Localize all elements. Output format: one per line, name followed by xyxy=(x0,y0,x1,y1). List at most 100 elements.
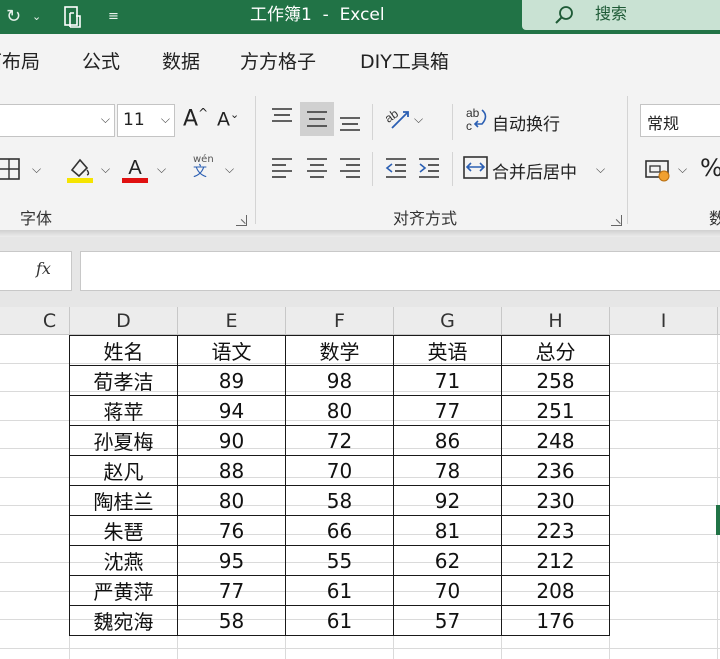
chevron-down-icon[interactable]: ⌵ xyxy=(225,162,234,177)
tab-formulas[interactable]: 公式 xyxy=(82,47,120,74)
chevron-down-icon[interactable]: ⌵ xyxy=(32,162,41,177)
total-cell[interactable]: 236 xyxy=(501,455,610,486)
header-math-cell[interactable]: 数学 xyxy=(285,335,394,366)
math-cell[interactable]: 80 xyxy=(285,395,394,426)
math-cell[interactable]: 61 xyxy=(285,575,394,606)
tab-diy-toolbox[interactable]: DIY工具箱 xyxy=(360,47,449,74)
name-cell[interactable]: 沈燕 xyxy=(69,545,178,576)
font-dialog-launcher[interactable] xyxy=(236,215,247,226)
wrap-text-icon[interactable]: ab c xyxy=(466,106,490,132)
math-cell[interactable]: 98 xyxy=(285,365,394,396)
chinese-cell[interactable]: 90 xyxy=(177,425,286,456)
chinese-cell[interactable]: 94 xyxy=(177,395,286,426)
center-icon[interactable] xyxy=(305,156,329,178)
top-align-icon[interactable] xyxy=(270,106,294,128)
english-cell[interactable]: 92 xyxy=(393,485,502,516)
increase-font-icon[interactable]: A^ xyxy=(183,106,208,131)
phonetic-guide-icon[interactable]: wén 文 xyxy=(193,154,214,180)
borders-icon[interactable] xyxy=(0,158,22,180)
total-cell[interactable]: 176 xyxy=(501,605,610,636)
worksheet-grid[interactable]: 姓名 语文 数学 英语 总分 荀孝洁 89 98 71 258 蒋苹 94 80 77 251 孙夏梅 90 72… xyxy=(0,335,720,659)
chinese-cell[interactable]: 76 xyxy=(177,515,286,546)
bottom-align-icon[interactable] xyxy=(338,112,362,134)
align-right-icon[interactable] xyxy=(338,156,362,178)
name-cell[interactable]: 陶桂兰 xyxy=(69,485,178,516)
math-cell[interactable]: 72 xyxy=(285,425,394,456)
search-box[interactable]: 搜索 xyxy=(522,0,720,30)
english-cell[interactable]: 78 xyxy=(393,455,502,486)
tab-data[interactable]: 数据 xyxy=(162,47,200,74)
wrap-text-label[interactable]: 自动换行 xyxy=(492,110,560,135)
chinese-cell[interactable]: 88 xyxy=(177,455,286,486)
chevron-down-icon[interactable]: ⌵ xyxy=(678,162,687,177)
column-header-e[interactable]: E xyxy=(178,307,286,335)
chinese-cell[interactable]: 77 xyxy=(177,575,286,606)
header-chinese-cell[interactable]: 语文 xyxy=(177,335,286,366)
name-cell[interactable]: 魏宛海 xyxy=(69,605,178,636)
align-left-icon[interactable] xyxy=(270,156,294,178)
chevron-down-icon[interactable]: ⌵ xyxy=(157,162,166,177)
name-cell[interactable]: 蒋苹 xyxy=(69,395,178,426)
math-cell[interactable]: 61 xyxy=(285,605,394,636)
header-english-cell[interactable]: 英语 xyxy=(393,335,502,366)
total-cell[interactable]: 230 xyxy=(501,485,610,516)
chinese-cell[interactable]: 95 xyxy=(177,545,286,576)
font-size-select[interactable]: 11 ⌵ xyxy=(117,104,175,137)
math-cell[interactable]: 58 xyxy=(285,485,394,516)
chevron-down-icon[interactable]: ⌵ xyxy=(596,162,605,177)
decrease-indent-icon[interactable] xyxy=(384,156,408,178)
name-cell[interactable]: 赵凡 xyxy=(69,455,178,486)
increase-indent-icon[interactable] xyxy=(417,156,441,178)
accounting-format-icon[interactable] xyxy=(645,158,673,182)
orientation-icon[interactable]: ab xyxy=(384,106,412,130)
font-color-icon[interactable]: A xyxy=(121,154,149,184)
english-cell[interactable]: 77 xyxy=(393,395,502,426)
math-cell[interactable]: 66 xyxy=(285,515,394,546)
merge-center-icon[interactable] xyxy=(463,156,489,180)
number-format-select[interactable]: 常规 xyxy=(640,104,720,137)
total-cell[interactable]: 248 xyxy=(501,425,610,456)
math-cell[interactable]: 70 xyxy=(285,455,394,486)
english-cell[interactable]: 70 xyxy=(393,575,502,606)
fill-color-icon[interactable] xyxy=(66,154,94,184)
column-header-c[interactable]: C xyxy=(0,307,70,335)
middle-align-icon[interactable] xyxy=(300,102,334,136)
chinese-cell[interactable]: 89 xyxy=(177,365,286,396)
english-cell[interactable]: 71 xyxy=(393,365,502,396)
total-cell[interactable]: 212 xyxy=(501,545,610,576)
merge-center-label[interactable]: 合并后居中 xyxy=(492,158,577,183)
column-header-d[interactable]: D xyxy=(70,307,178,335)
chevron-down-icon[interactable]: ⌵ xyxy=(414,112,423,127)
name-cell[interactable]: 荀孝洁 xyxy=(69,365,178,396)
chinese-cell[interactable]: 58 xyxy=(177,605,286,636)
header-name-cell[interactable]: 姓名 xyxy=(69,335,178,366)
tab-fangfanggezi[interactable]: 方方格子 xyxy=(240,47,316,74)
column-header-h[interactable]: H xyxy=(502,307,610,335)
english-cell[interactable]: 57 xyxy=(393,605,502,636)
chinese-cell[interactable]: 80 xyxy=(177,485,286,516)
tab-page-layout[interactable]: 页面布局 xyxy=(0,47,40,74)
chevron-down-icon[interactable]: ⌵ xyxy=(101,162,110,177)
name-cell[interactable]: 朱琶 xyxy=(69,515,178,546)
dropdown-icon[interactable]: ⌄ xyxy=(32,0,41,34)
total-cell[interactable]: 223 xyxy=(501,515,610,546)
name-cell[interactable]: 孙夏梅 xyxy=(69,425,178,456)
english-cell[interactable]: 86 xyxy=(393,425,502,456)
decrease-font-icon[interactable]: A⌄ xyxy=(217,108,239,130)
header-total-cell[interactable]: 总分 xyxy=(501,335,610,366)
insert-function-button[interactable]: fx xyxy=(36,259,51,278)
percent-icon[interactable]: % xyxy=(700,154,720,182)
english-cell[interactable]: 81 xyxy=(393,515,502,546)
name-cell[interactable]: 严黄萍 xyxy=(69,575,178,606)
font-name-select[interactable]: ⌵ xyxy=(0,104,115,137)
total-cell[interactable]: 208 xyxy=(501,575,610,606)
column-header-g[interactable]: G xyxy=(394,307,502,335)
touch-mode-icon[interactable] xyxy=(62,5,84,29)
customize-qat-icon[interactable]: ≡ xyxy=(108,0,119,34)
column-header-i[interactable]: I xyxy=(610,307,718,335)
formula-input[interactable] xyxy=(80,251,720,291)
alignment-dialog-launcher[interactable] xyxy=(611,215,622,226)
redo-icon[interactable]: ↻ xyxy=(6,0,21,34)
total-cell[interactable]: 251 xyxy=(501,395,610,426)
math-cell[interactable]: 55 xyxy=(285,545,394,576)
